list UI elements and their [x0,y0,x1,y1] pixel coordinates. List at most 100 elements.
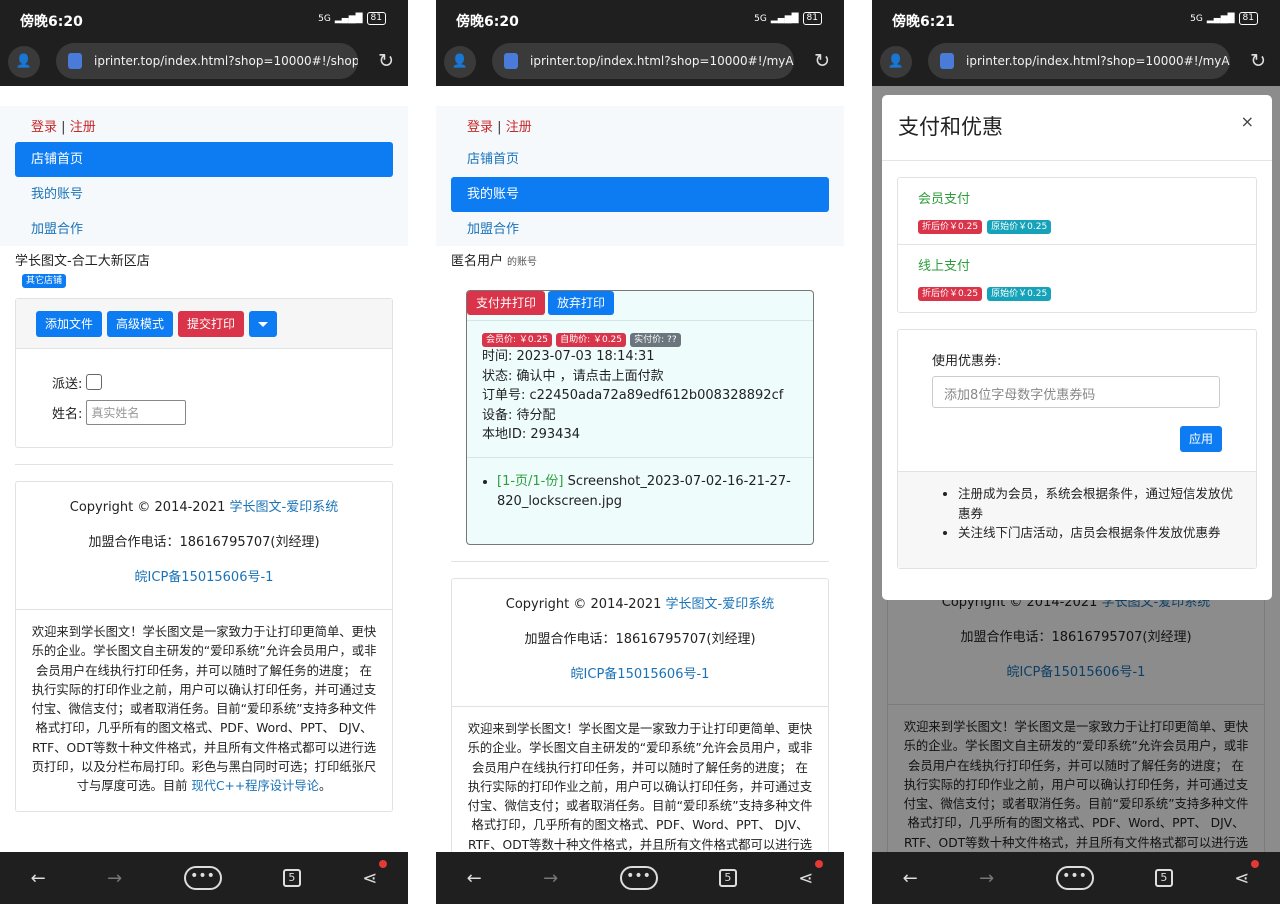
page-content: 登录 | 注册 店铺首页 我的账号 加盟合作 匿名用户 的账号 支付并打印 放弃打… [436,86,844,852]
signal-icon: ▂▄▆█ [1206,13,1235,24]
tabs-icon[interactable]: 5 [282,869,301,887]
browser-toolbar: 👤 iprinter.top/index.html?shop=10000#!/m… [436,38,844,86]
signal-label: 5G [754,13,767,24]
menu-icon[interactable]: ••• [183,866,222,890]
online-pay-option[interactable]: 线上支付 折后价￥0.25 原始价￥0.25 [898,245,1256,312]
intro-link[interactable]: 现代C++程序设计导论 [191,779,319,793]
name-input[interactable]: 真实姓名 [86,399,187,425]
file-pages: [1-页/1-份] [497,474,564,489]
member-pay-option[interactable]: 会员支付 折后价￥0.25 原始价￥0.25 [898,178,1256,245]
tabs-icon[interactable]: 5 [1154,869,1173,887]
nav-join[interactable]: 加盟合作 [451,212,829,247]
reload-icon[interactable]: ↻ [378,50,394,72]
member-price-badge: 会员价: ￥0.25 [482,333,552,347]
nav-shop-home[interactable]: 店铺首页 [451,142,829,177]
nav-my-account[interactable]: 我的账号 [451,177,829,212]
coupon-input[interactable]: 添加8位字母数字优惠券码 [932,376,1220,408]
register-link[interactable]: 注册 [70,120,96,135]
coupon-tips: 注册成为会员，系统会根据条件，通过短信发放优惠券 关注线下门店活动，店员会根据条… [898,472,1256,568]
add-file-button[interactable]: 添加文件 [36,311,103,337]
login-link[interactable]: 登录 [467,120,493,135]
auth-separator: | [61,120,66,135]
forward-icon[interactable]: → [979,868,994,889]
delivery-checkbox[interactable] [86,374,103,390]
notification-dot [379,859,388,868]
menu-icon[interactable]: ••• [619,866,658,890]
caret-down-icon [258,322,269,327]
join-phone: 加盟合作电话：18616795707(刘经理) [88,535,320,550]
browser-bottom-bar: ← → ••• 5 ⋖ [436,852,844,904]
tabs-icon[interactable]: 5 [718,869,737,887]
copyright-link[interactable]: 学长图文-爱印系统 [666,597,775,612]
status-time: 傍晚6:20 [456,14,519,30]
share-icon[interactable]: ⋖ [1234,859,1260,889]
copyright: Copyright © 2014-2021 学长图文-爱印系统 [462,593,818,628]
footer-card: Copyright © 2014-2021 学长图文-爱印系统 加盟合作电话：1… [15,481,393,812]
reload-icon[interactable]: ↻ [1250,50,1266,72]
abandon-print-button[interactable]: 放弃打印 [548,291,615,315]
status-icons: 5G ▂▄▆█ 81 [754,12,822,25]
share-icon[interactable]: ⋖ [362,859,388,889]
discount-price-badge: 折后价￥0.25 [918,287,983,301]
status-bar: 傍晚6:20 5G ▂▄▆█ 81 [436,0,844,38]
order-local-id: 本地ID: 293434 [482,427,580,442]
order-toolbar: 支付并打印 放弃打印 [467,291,813,321]
site-icon [504,53,518,69]
apply-coupon-button[interactable]: 应用 [1179,426,1222,452]
profile-icon[interactable]: 👤 [444,46,476,78]
address-bar[interactable]: iprinter.top/index.html?shop=10000#!/sho… [56,43,358,79]
nav-join[interactable]: 加盟合作 [15,212,393,247]
actual-price-badge: 实付价: ?? [630,333,681,347]
icp-link[interactable]: 皖ICP备15015606号-1 [462,663,818,698]
account-suffix: 的账号 [507,257,538,268]
coupon-form: 使用优惠券: 添加8位字母数字优惠券码 应用 [898,330,1256,472]
browser-bottom-bar: ← → ••• 5 ⋖ [0,852,408,904]
list-item: 注册成为会员，系统会根据条件，通过短信发放优惠券 [958,484,1236,523]
order-card: 支付并打印 放弃打印 会员价: ￥0.25 自助价: ￥0.25 实付价: ??… [466,290,814,545]
modal-title: 支付和优惠 [898,115,1003,139]
status-time: 傍晚6:20 [20,14,83,30]
divider [15,464,393,465]
profile-icon[interactable]: 👤 [880,46,912,78]
more-dropdown-button[interactable] [249,311,278,337]
divider [451,561,829,562]
phone-shop-home: 傍晚6:20 5G ▂▄▆█ 81 👤 iprinter.top/index.h… [0,0,408,904]
footer-info: Copyright © 2014-2021 学长图文-爱印系统 加盟合作电话：1… [16,482,392,609]
advanced-mode-button[interactable]: 高级模式 [107,311,174,337]
back-icon[interactable]: ← [467,868,482,889]
url-text: iprinter.top/index.html?shop=10000#!/myA… [530,54,794,68]
signal-label: 5G [1190,13,1203,24]
nav-my-account[interactable]: 我的账号 [15,177,393,212]
shop-name: 学长图文-合工大新区店 [15,254,150,269]
close-icon[interactable]: × [1241,112,1254,131]
back-icon[interactable]: ← [903,868,918,889]
pay-print-button[interactable]: 支付并打印 [467,291,546,315]
copyright-link[interactable]: 学长图文-爱印系统 [230,500,339,515]
payment-methods: 会员支付 折后价￥0.25 原始价￥0.25 线上支付 折后价￥0.25 原始价… [897,177,1257,313]
signal-label: 5G [318,13,331,24]
forward-icon[interactable]: → [107,868,122,889]
battery-icon: 81 [366,12,386,25]
other-shops-badge[interactable]: 其它店铺 [22,274,67,288]
forward-icon[interactable]: → [543,868,558,889]
coupon-label: 使用优惠券: [932,354,1002,369]
intro-text: 欢迎来到学长图文！学长图文是一家致力于让打印更简单、更快乐的企业。学长图文自主研… [16,609,392,811]
back-icon[interactable]: ← [31,868,46,889]
icp-link[interactable]: 皖ICP备15015606号-1 [26,566,382,601]
address-bar[interactable]: iprinter.top/index.html?shop=10000#!/myA… [928,43,1230,79]
address-bar[interactable]: iprinter.top/index.html?shop=10000#!/myA… [492,43,794,79]
intro-paragraph: 欢迎来到学长图文！学长图文是一家致力于让打印更简单、更快乐的企业。学长图文自主研… [467,722,813,852]
phone-my-account: 傍晚6:20 5G ▂▄▆█ 81 👤 iprinter.top/index.h… [436,0,844,904]
menu-icon[interactable]: ••• [1055,866,1094,890]
nav-shop-home[interactable]: 店铺首页 [15,142,393,177]
submit-print-button[interactable]: 提交打印 [178,311,245,337]
join-phone: 加盟合作电话：18616795707(刘经理) [524,632,756,647]
share-icon[interactable]: ⋖ [798,859,824,889]
profile-icon[interactable]: 👤 [8,46,40,78]
login-link[interactable]: 登录 [31,120,57,135]
list-item: 关注线下门店活动，店员会根据条件发放优惠券 [958,523,1236,543]
register-link[interactable]: 注册 [506,120,532,135]
site-nav: 登录 | 注册 店铺首页 我的账号 加盟合作 [0,106,408,246]
browser-toolbar: 👤 iprinter.top/index.html?shop=10000#!/m… [872,38,1280,86]
reload-icon[interactable]: ↻ [814,50,830,72]
